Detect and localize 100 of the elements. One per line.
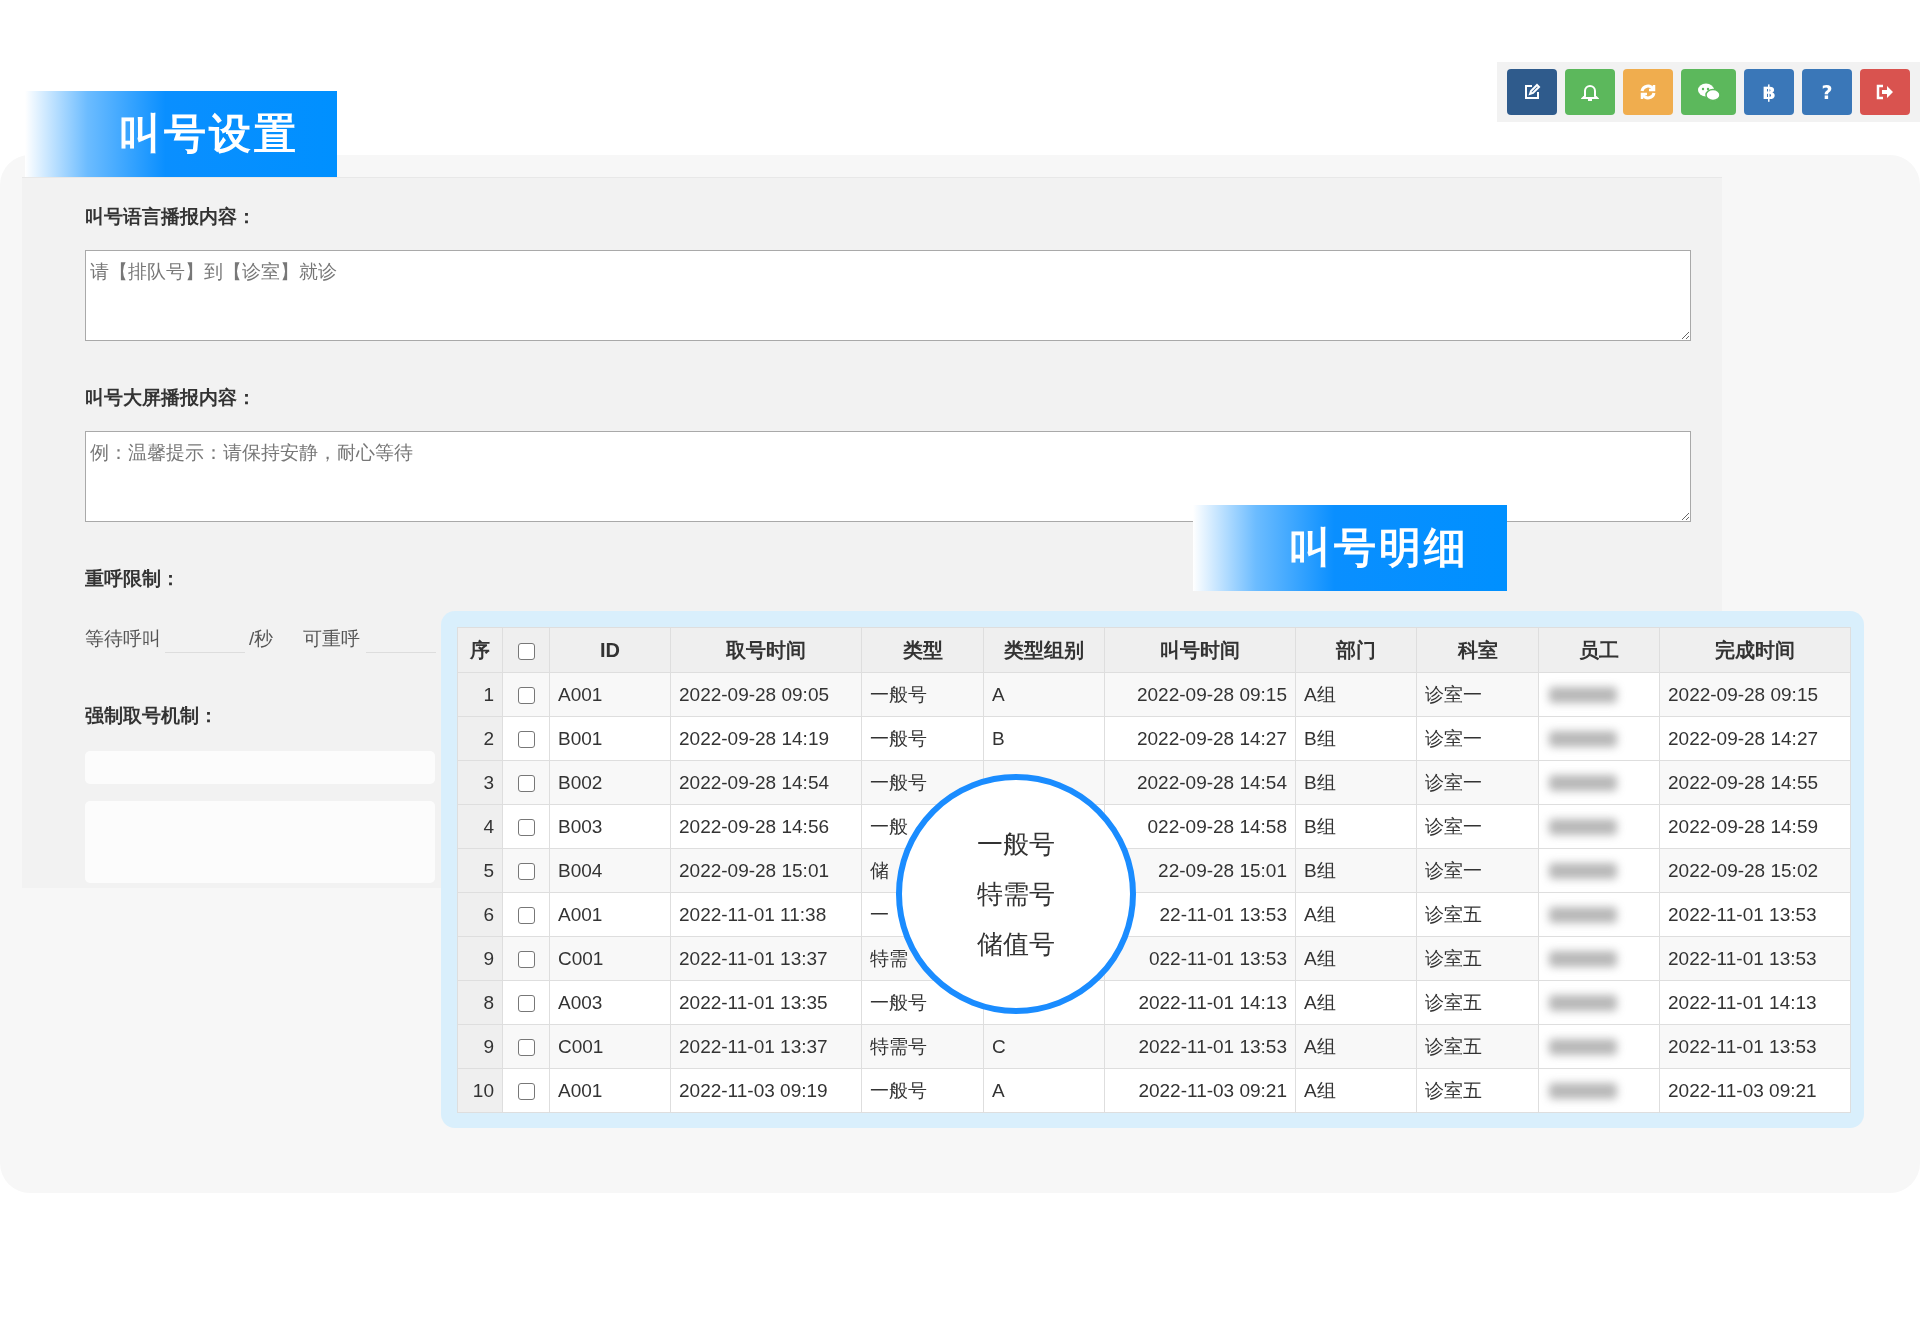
table-cell: B003 <box>549 804 671 849</box>
table-cell: 2022-09-28 14:27 <box>1659 716 1851 761</box>
table-cell: A组 <box>1295 980 1417 1025</box>
checkbox[interactable] <box>517 642 535 660</box>
table-cell: B组 <box>1295 760 1417 805</box>
table-cell: 2022-09-28 14:55 <box>1659 760 1851 805</box>
blurred-name <box>1549 774 1617 791</box>
table-cell: 2022-11-01 11:38 <box>670 892 862 937</box>
bell-icon <box>1581 82 1599 102</box>
blurred-name <box>1549 950 1617 967</box>
table-cell: 2022-09-28 09:05 <box>670 672 862 717</box>
checkbox[interactable] <box>517 951 535 968</box>
row-number: 2 <box>457 716 503 761</box>
row-number: 4 <box>457 804 503 849</box>
table-cell: 2022-09-28 14:19 <box>670 716 862 761</box>
table-cell: 2022-09-28 14:56 <box>670 804 862 849</box>
table-cell: 2022-09-28 09:15 <box>1659 672 1851 717</box>
blurred-name <box>1549 730 1617 747</box>
bell-button[interactable] <box>1565 69 1615 115</box>
field-label: 可重呼 <box>303 627 361 651</box>
column-header: 取号时间 <box>670 627 862 673</box>
table-cell: 2022-09-28 09:15 <box>1104 672 1296 717</box>
table-cell: 2022-11-01 13:53 <box>1104 1024 1296 1069</box>
table-cell: 2022-11-03 09:21 <box>1659 1068 1851 1113</box>
table-cell: 2022-11-01 13:53 <box>1659 892 1851 937</box>
table-cell: A组 <box>1295 672 1417 717</box>
table-cell: 2022-11-03 09:19 <box>670 1068 862 1113</box>
table-cell: 诊室一 <box>1416 716 1539 761</box>
blurred-name <box>1549 686 1617 703</box>
field-label: 等待呼叫 <box>85 627 161 651</box>
table-cell: B <box>983 716 1105 761</box>
table-cell: C001 <box>549 1024 671 1069</box>
column-header: 科室 <box>1416 627 1539 673</box>
field-label: 叫号语言播报内容： <box>85 205 256 229</box>
checkbox[interactable] <box>517 1083 535 1100</box>
edit-icon <box>1523 83 1541 101</box>
icon-button[interactable]: ? <box>1802 69 1852 115</box>
table-cell: A <box>983 1068 1105 1113</box>
table-cell: 2022-09-28 14:27 <box>1104 716 1296 761</box>
table-cell: 诊室一 <box>1416 760 1539 805</box>
blurred-name <box>1549 994 1617 1011</box>
blurred-name <box>1549 1038 1617 1055</box>
logout-button[interactable] <box>1860 69 1910 115</box>
table-cell: 诊室五 <box>1416 892 1539 937</box>
blurred-name <box>1549 818 1617 835</box>
table-cell: 诊室五 <box>1416 1024 1539 1069</box>
checkbox[interactable] <box>517 863 535 880</box>
table-cell: B001 <box>549 716 671 761</box>
table-cell: C001 <box>549 936 671 981</box>
table-cell: 特需号 <box>861 1024 984 1069</box>
table-cell: 诊室五 <box>1416 980 1539 1025</box>
column-header: 序 <box>457 627 503 673</box>
row-number: 5 <box>457 848 503 893</box>
checkbox[interactable] <box>517 775 535 792</box>
table-cell: 2022-09-28 15:02 <box>1659 848 1851 893</box>
column-header: 类型 <box>861 627 984 673</box>
table-cell: B组 <box>1295 848 1417 893</box>
table-cell: 一般号 <box>861 1068 984 1113</box>
section-title: 叫号明细 <box>1193 505 1507 591</box>
table-cell: 诊室一 <box>1416 672 1539 717</box>
checkbox[interactable] <box>517 995 535 1012</box>
checkbox[interactable] <box>517 819 535 836</box>
table-cell: 2022-11-01 14:13 <box>1104 980 1296 1025</box>
checkbox[interactable] <box>517 1039 535 1056</box>
edit-button[interactable] <box>1507 69 1557 115</box>
column-header: 员工 <box>1538 627 1660 673</box>
checkbox[interactable] <box>517 907 535 924</box>
checkbox[interactable] <box>517 731 535 748</box>
table-cell: 2022-11-03 09:21 <box>1104 1068 1296 1113</box>
table-cell: 2022-09-28 14:54 <box>670 760 862 805</box>
table-cell: B002 <box>549 760 671 805</box>
field-label: 重呼限制： <box>85 567 180 591</box>
row-number: 1 <box>457 672 503 717</box>
chat-icon <box>1696 82 1721 102</box>
row-number: 9 <box>457 936 503 981</box>
row-number: 10 <box>457 1068 503 1113</box>
logout-icon <box>1876 84 1894 100</box>
table-cell: 诊室一 <box>1416 848 1539 893</box>
column-header: ID <box>549 627 671 673</box>
table-cell: 2022-09-28 14:59 <box>1659 804 1851 849</box>
column-header: 完成时间 <box>1659 627 1851 673</box>
table-cell: 诊室五 <box>1416 936 1539 981</box>
table-cell: A组 <box>1295 1068 1417 1113</box>
table-cell: 2022-11-01 13:53 <box>1659 1024 1851 1069</box>
text-area[interactable]: 例：温馨提示：请保持安静，耐心等待 <box>85 431 1691 522</box>
checkbox[interactable] <box>517 687 535 704</box>
section-title: 叫号设置 <box>25 91 337 177</box>
table-cell: 诊室五 <box>1416 1068 1539 1113</box>
chat-button[interactable] <box>1681 69 1736 115</box>
table-cell: 一般号 <box>861 716 984 761</box>
column-header: 类型组别 <box>983 627 1105 673</box>
text-area[interactable]: 请【排队号】到【诊室】就诊 <box>85 250 1691 341</box>
row-number: 6 <box>457 892 503 937</box>
table-cell: A组 <box>1295 936 1417 981</box>
table-cell: 诊室一 <box>1416 804 1539 849</box>
blurred-name <box>1549 1082 1617 1099</box>
table-cell: B组 <box>1295 804 1417 849</box>
table-cell: 2022-11-01 13:37 <box>670 936 862 981</box>
table-cell: C <box>983 1024 1105 1069</box>
icon-button[interactable]: ฿ <box>1744 69 1794 115</box>
